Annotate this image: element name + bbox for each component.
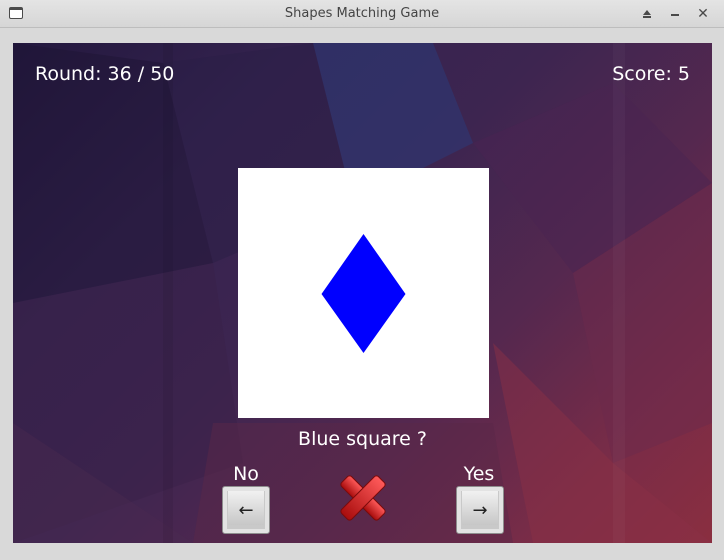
shade-icon	[643, 10, 651, 18]
minimize-icon	[671, 14, 679, 16]
close-icon: ✕	[697, 6, 709, 22]
no-button[interactable]: ←	[222, 486, 270, 534]
game-area: Round: 36 / 50 Score: 5 Blue square ? No…	[13, 43, 712, 543]
red-x-icon	[340, 475, 386, 521]
yes-label: Yes	[463, 463, 495, 485]
shape-card	[238, 168, 489, 418]
shape-canvas	[321, 234, 406, 353]
right-arrow-icon: →	[472, 499, 488, 521]
close-button[interactable]: ✕	[694, 5, 712, 23]
yes-button[interactable]: →	[456, 486, 504, 534]
score-counter: Score: 5	[612, 63, 690, 85]
title-bar: Shapes Matching Game ✕	[0, 0, 724, 28]
round-counter: Round: 36 / 50	[35, 63, 175, 85]
shade-button[interactable]	[638, 5, 656, 23]
minimize-button[interactable]	[666, 5, 684, 23]
left-arrow-icon: ←	[238, 499, 254, 521]
no-label: No	[233, 463, 259, 485]
question-text: Blue square ?	[298, 428, 427, 450]
window-title: Shapes Matching Game	[284, 6, 440, 21]
diamond-shape	[321, 234, 406, 353]
